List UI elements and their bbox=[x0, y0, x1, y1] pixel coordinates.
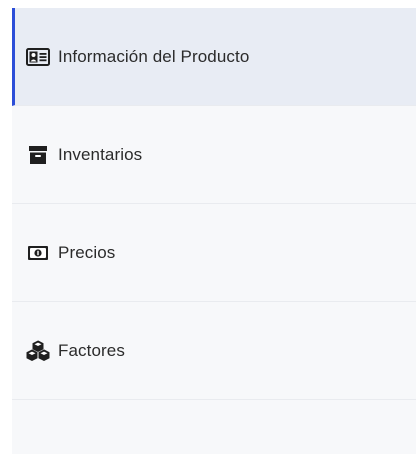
sidebar-item-label: Factores bbox=[58, 340, 125, 360]
id-card-icon bbox=[26, 46, 50, 68]
sidebar-empty-row bbox=[12, 400, 416, 446]
sidebar-item-precios[interactable]: Precios bbox=[12, 204, 416, 302]
sidebar-item-factores[interactable]: Factores bbox=[12, 302, 416, 400]
archive-box-icon bbox=[26, 144, 50, 166]
sidebar-item-label: Inventarios bbox=[58, 144, 143, 164]
cubes-icon bbox=[26, 339, 50, 362]
money-bill-icon bbox=[26, 242, 50, 264]
sidebar-item-inventarios[interactable]: Inventarios bbox=[12, 106, 416, 204]
sidebar-item-label: Precios bbox=[58, 242, 116, 262]
product-sidebar: Información del Producto Inventarios Pre… bbox=[12, 8, 416, 454]
sidebar-item-label: Información del Producto bbox=[58, 46, 250, 66]
sidebar-item-informacion-producto[interactable]: Información del Producto bbox=[12, 8, 416, 106]
